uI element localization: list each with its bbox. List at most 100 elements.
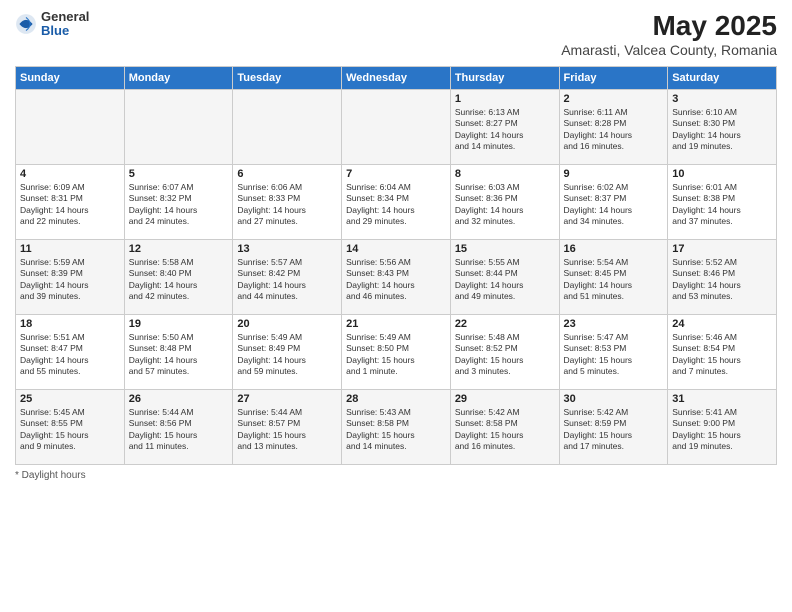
- calendar-cell: 1 Sunrise: 6:13 AMSunset: 8:27 PMDaylight…: [450, 90, 559, 165]
- day-number: 30: [564, 393, 664, 405]
- calendar-cell: 4 Sunrise: 6:09 AMSunset: 8:31 PMDaylight…: [16, 165, 125, 240]
- day-number: 20: [237, 318, 337, 330]
- day-info: Sunrise: 5:42 AMSunset: 8:58 PMDaylight:…: [455, 407, 555, 453]
- calendar-cell: [16, 90, 125, 165]
- day-number: 15: [455, 243, 555, 255]
- calendar-cell: 25 Sunrise: 5:45 AMSunset: 8:55 PMDayligh…: [16, 390, 125, 465]
- calendar-cell: 6 Sunrise: 6:06 AMSunset: 8:33 PMDaylight…: [233, 165, 342, 240]
- day-number: 16: [564, 243, 664, 255]
- day-info: Sunrise: 5:52 AMSunset: 8:46 PMDaylight:…: [672, 257, 772, 303]
- calendar-cell: 31 Sunrise: 5:41 AMSunset: 9:00 PMDayligh…: [668, 390, 777, 465]
- calendar-week-row: 1 Sunrise: 6:13 AMSunset: 8:27 PMDaylight…: [16, 90, 777, 165]
- day-number: 9: [564, 168, 664, 180]
- day-number: 10: [672, 168, 772, 180]
- day-number: 21: [346, 318, 446, 330]
- day-info: Sunrise: 5:43 AMSunset: 8:58 PMDaylight:…: [346, 407, 446, 453]
- title-block: May 2025 Amarasti, Valcea County, Romani…: [561, 10, 777, 58]
- day-info: Sunrise: 6:10 AMSunset: 8:30 PMDaylight:…: [672, 107, 772, 153]
- day-info: Sunrise: 5:47 AMSunset: 8:53 PMDaylight:…: [564, 332, 664, 378]
- calendar-cell: [233, 90, 342, 165]
- header: General Blue May 2025 Amarasti, Valcea C…: [15, 10, 777, 58]
- calendar-cell: 23Sunrise: 5:47 AMSunset: 8:53 PMDayligh…: [559, 315, 668, 390]
- day-number: 27: [237, 393, 337, 405]
- day-info: Sunrise: 5:41 AMSunset: 9:00 PMDaylight:…: [672, 407, 772, 453]
- weekday-header-monday: Monday: [124, 67, 233, 90]
- calendar-cell: 7 Sunrise: 6:04 AMSunset: 8:34 PMDaylight…: [342, 165, 451, 240]
- logo-icon: [15, 13, 37, 35]
- day-number: 1: [455, 93, 555, 105]
- calendar-cell: [342, 90, 451, 165]
- calendar-cell: 12Sunrise: 5:58 AMSunset: 8:40 PMDayligh…: [124, 240, 233, 315]
- day-number: 5: [129, 168, 229, 180]
- calendar-cell: 30 Sunrise: 5:42 AMSunset: 8:59 PMDayligh…: [559, 390, 668, 465]
- calendar-cell: 10 Sunrise: 6:01 AMSunset: 8:38 PMDayligh…: [668, 165, 777, 240]
- weekday-header-tuesday: Tuesday: [233, 67, 342, 90]
- day-number: 7: [346, 168, 446, 180]
- footer-note: * Daylight hours: [15, 470, 777, 481]
- weekday-header-friday: Friday: [559, 67, 668, 90]
- day-number: 19: [129, 318, 229, 330]
- day-info: Sunrise: 6:06 AMSunset: 8:33 PMDaylight:…: [237, 182, 337, 228]
- calendar-cell: 26 Sunrise: 5:44 AMSunset: 8:56 PMDayligh…: [124, 390, 233, 465]
- day-info: Sunrise: 6:13 AMSunset: 8:27 PMDaylight:…: [455, 107, 555, 153]
- day-number: 13: [237, 243, 337, 255]
- calendar-week-row: 25 Sunrise: 5:45 AMSunset: 8:55 PMDayligh…: [16, 390, 777, 465]
- day-info: Sunrise: 5:44 AMSunset: 8:57 PMDaylight:…: [237, 407, 337, 453]
- calendar-cell: 9Sunrise: 6:02 AMSunset: 8:37 PMDaylight…: [559, 165, 668, 240]
- day-number: 3: [672, 93, 772, 105]
- day-number: 14: [346, 243, 446, 255]
- day-number: 25: [20, 393, 120, 405]
- calendar-cell: 19 Sunrise: 5:50 AMSunset: 8:48 PMDayligh…: [124, 315, 233, 390]
- day-info: Sunrise: 5:50 AMSunset: 8:48 PMDaylight:…: [129, 332, 229, 378]
- day-number: 4: [20, 168, 120, 180]
- calendar-cell: 20Sunrise: 5:49 AMSunset: 8:49 PMDayligh…: [233, 315, 342, 390]
- calendar-cell: 27 Sunrise: 5:44 AMSunset: 8:57 PMDayligh…: [233, 390, 342, 465]
- day-info: Sunrise: 6:01 AMSunset: 8:38 PMDaylight:…: [672, 182, 772, 228]
- calendar-cell: 8 Sunrise: 6:03 AMSunset: 8:36 PMDaylight…: [450, 165, 559, 240]
- weekday-header-sunday: Sunday: [16, 67, 125, 90]
- calendar-cell: 24Sunrise: 5:46 AMSunset: 8:54 PMDayligh…: [668, 315, 777, 390]
- logo-blue-text: Blue: [41, 24, 89, 38]
- weekday-header-thursday: Thursday: [450, 67, 559, 90]
- day-info: Sunrise: 5:59 AMSunset: 8:39 PMDaylight:…: [20, 257, 120, 303]
- calendar-cell: 28 Sunrise: 5:43 AMSunset: 8:58 PMDayligh…: [342, 390, 451, 465]
- day-info: Sunrise: 6:04 AMSunset: 8:34 PMDaylight:…: [346, 182, 446, 228]
- day-info: Sunrise: 6:07 AMSunset: 8:32 PMDaylight:…: [129, 182, 229, 228]
- calendar-cell: 2Sunrise: 6:11 AMSunset: 8:28 PMDaylight…: [559, 90, 668, 165]
- day-info: Sunrise: 5:45 AMSunset: 8:55 PMDaylight:…: [20, 407, 120, 453]
- weekday-header-saturday: Saturday: [668, 67, 777, 90]
- day-number: 28: [346, 393, 446, 405]
- calendar-week-row: 18Sunrise: 5:51 AMSunset: 8:47 PMDayligh…: [16, 315, 777, 390]
- day-info: Sunrise: 5:54 AMSunset: 8:45 PMDaylight:…: [564, 257, 664, 303]
- day-number: 29: [455, 393, 555, 405]
- day-number: 22: [455, 318, 555, 330]
- calendar: SundayMondayTuesdayWednesdayThursdayFrid…: [15, 66, 777, 465]
- logo-text: General Blue: [41, 10, 89, 39]
- day-number: 6: [237, 168, 337, 180]
- day-info: Sunrise: 5:44 AMSunset: 8:56 PMDaylight:…: [129, 407, 229, 453]
- calendar-cell: 29 Sunrise: 5:42 AMSunset: 8:58 PMDayligh…: [450, 390, 559, 465]
- day-info: Sunrise: 5:46 AMSunset: 8:54 PMDaylight:…: [672, 332, 772, 378]
- day-info: Sunrise: 6:03 AMSunset: 8:36 PMDaylight:…: [455, 182, 555, 228]
- calendar-cell: 13 Sunrise: 5:57 AMSunset: 8:42 PMDayligh…: [233, 240, 342, 315]
- calendar-cell: 14Sunrise: 5:56 AMSunset: 8:43 PMDayligh…: [342, 240, 451, 315]
- day-number: 26: [129, 393, 229, 405]
- day-number: 31: [672, 393, 772, 405]
- calendar-cell: 21Sunrise: 5:49 AMSunset: 8:50 PMDayligh…: [342, 315, 451, 390]
- month-title: May 2025: [561, 10, 777, 42]
- day-number: 8: [455, 168, 555, 180]
- day-number: 2: [564, 93, 664, 105]
- day-info: Sunrise: 6:09 AMSunset: 8:31 PMDaylight:…: [20, 182, 120, 228]
- day-number: 18: [20, 318, 120, 330]
- day-info: Sunrise: 5:55 AMSunset: 8:44 PMDaylight:…: [455, 257, 555, 303]
- day-info: Sunrise: 5:48 AMSunset: 8:52 PMDaylight:…: [455, 332, 555, 378]
- logo-general-text: General: [41, 10, 89, 24]
- calendar-cell: 3 Sunrise: 6:10 AMSunset: 8:30 PMDaylight…: [668, 90, 777, 165]
- day-number: 17: [672, 243, 772, 255]
- calendar-week-row: 11Sunrise: 5:59 AMSunset: 8:39 PMDayligh…: [16, 240, 777, 315]
- day-info: Sunrise: 5:58 AMSunset: 8:40 PMDaylight:…: [129, 257, 229, 303]
- calendar-cell: [124, 90, 233, 165]
- calendar-cell: 11Sunrise: 5:59 AMSunset: 8:39 PMDayligh…: [16, 240, 125, 315]
- day-info: Sunrise: 5:57 AMSunset: 8:42 PMDaylight:…: [237, 257, 337, 303]
- day-info: Sunrise: 5:42 AMSunset: 8:59 PMDaylight:…: [564, 407, 664, 453]
